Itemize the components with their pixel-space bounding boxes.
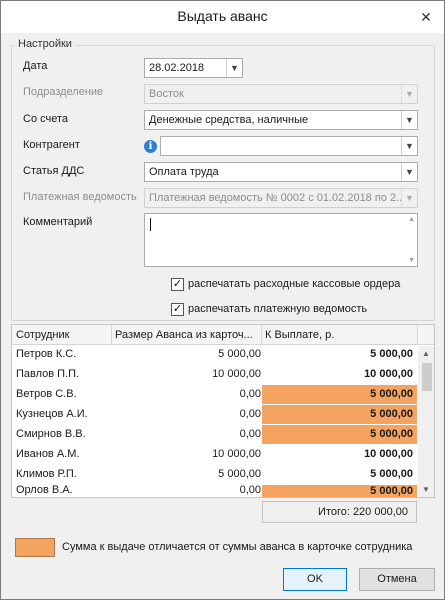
employee-name: Смирнов В.В. — [16, 428, 86, 440]
title-bar: Выдать аванс ✕ — [1, 1, 444, 33]
cashflow-item-select[interactable]: Оплата труда ▼ — [144, 162, 418, 182]
column-divider[interactable] — [111, 325, 112, 345]
payout-cell-highlighted[interactable]: 5 000,00 — [262, 405, 417, 424]
payout-cell-highlighted[interactable]: 5 000,00 — [262, 485, 417, 497]
column-divider[interactable] — [261, 325, 262, 345]
payout-cell[interactable]: 5 000,00 — [262, 345, 417, 364]
advance-amount: 5 000,00 — [218, 468, 261, 480]
table-row[interactable]: Климов Р.П. 5 000,00 5 000,00 — [12, 465, 418, 485]
date-value: 28.02.2018 — [149, 62, 205, 74]
counterparty-select[interactable]: ▼ — [160, 136, 418, 156]
employee-name: Климов Р.П. — [16, 468, 77, 480]
scroll-up-icon[interactable]: ▲ — [422, 349, 430, 358]
cashflow-item-label: Статья ДДС — [23, 165, 85, 177]
table-row[interactable]: Петров К.С. 5 000,00 5 000,00 — [12, 345, 418, 365]
payout-cell-highlighted[interactable]: 5 000,00 — [262, 425, 417, 444]
employees-table: Сотрудник Размер Аванса из карточ... К В… — [11, 324, 435, 498]
comment-textarea[interactable]: ▲ ▼ — [144, 213, 418, 267]
column-advance[interactable]: Размер Аванса из карточ... — [115, 329, 259, 341]
cashflow-item-value: Оплата труда — [149, 166, 219, 178]
table-row[interactable]: Павлов П.П. 10 000,00 10 000,00 — [12, 365, 418, 385]
department-label: Подразделение — [23, 86, 104, 98]
table-row[interactable]: Смирнов В.В. 0,00 5 000,00 — [12, 425, 418, 445]
ok-button[interactable]: OK — [283, 568, 347, 591]
chevron-down-icon[interactable]: ▼ — [401, 137, 417, 155]
employee-name: Павлов П.П. — [16, 368, 80, 380]
advance-amount: 0,00 — [239, 388, 261, 400]
counterparty-label: Контрагент — [23, 139, 80, 151]
from-account-value: Денежные средства, наличные — [149, 114, 309, 126]
payroll-sheet-label: Платежная ведомость — [23, 191, 137, 203]
chevron-down-icon[interactable]: ▼ — [401, 163, 417, 181]
table-row[interactable]: Ветров С.В. 0,00 5 000,00 — [12, 385, 418, 405]
highlight-legend-swatch — [15, 538, 55, 557]
employee-name: Кузнецов А.И. — [16, 408, 88, 420]
column-payout[interactable]: К Выплате, р. — [265, 329, 415, 341]
date-field[interactable]: 28.02.2018 ▼ — [144, 58, 243, 78]
advance-amount: 0,00 — [239, 408, 261, 420]
advance-amount: 0,00 — [239, 428, 261, 440]
print-payroll-label: распечатать платежную ведомость — [188, 303, 368, 315]
employee-name: Ветров С.В. — [16, 388, 77, 400]
employee-name: Петров К.С. — [16, 348, 77, 360]
cancel-button[interactable]: Отмена — [359, 568, 435, 591]
payroll-sheet-select: Платежная ведомость № 0002 с 01.02.2018 … — [144, 188, 418, 208]
table-row[interactable]: Кузнецов А.И. 0,00 5 000,00 — [12, 405, 418, 425]
chevron-down-icon[interactable]: ▼ — [401, 111, 417, 129]
close-icon[interactable]: ✕ — [419, 10, 433, 24]
print-cash-orders-checkbox[interactable]: ✓ — [171, 278, 184, 291]
advance-amount: 0,00 — [239, 485, 261, 496]
highlight-legend-text: Сумма к выдаче отличается от суммы аванс… — [62, 541, 413, 553]
column-divider — [417, 325, 418, 345]
comment-label: Комментарий — [23, 216, 93, 228]
from-account-select[interactable]: Денежные средства, наличные ▼ — [144, 110, 418, 130]
text-caret — [150, 218, 151, 231]
scroll-down-icon[interactable]: ▼ — [408, 257, 415, 264]
department-select: Восток ▼ — [144, 84, 418, 104]
advance-amount: 5 000,00 — [218, 348, 261, 360]
table-row[interactable]: Орлов В.А. 0,00 5 000,00 — [12, 485, 418, 497]
print-payroll-checkbox[interactable]: ✓ — [171, 303, 184, 316]
payout-cell[interactable]: 10 000,00 — [262, 365, 417, 384]
info-icon[interactable]: i — [144, 140, 157, 153]
payout-cell-highlighted[interactable]: 5 000,00 — [262, 385, 417, 404]
payout-cell[interactable]: 5 000,00 — [262, 465, 417, 484]
scroll-up-icon[interactable]: ▲ — [408, 216, 415, 223]
date-label: Дата — [23, 60, 48, 72]
chevron-down-icon: ▼ — [401, 189, 417, 207]
scroll-down-icon[interactable]: ▼ — [422, 485, 430, 494]
table-row[interactable]: Иванов А.М. 10 000,00 10 000,00 — [12, 445, 418, 465]
total-amount: Итого: 220 000,00 — [262, 501, 417, 523]
employee-name: Орлов В.А. — [16, 485, 73, 496]
employee-name: Иванов А.М. — [16, 448, 80, 460]
from-account-label: Со счета — [23, 113, 69, 125]
chevron-down-icon: ▼ — [401, 85, 417, 103]
chevron-down-icon[interactable]: ▼ — [226, 59, 242, 77]
department-value: Восток — [149, 88, 184, 100]
scrollbar-thumb[interactable] — [422, 363, 432, 391]
advance-amount: 10 000,00 — [212, 368, 261, 380]
advance-amount: 10 000,00 — [212, 448, 261, 460]
settings-legend: Настройки — [15, 38, 75, 50]
window-title: Выдать аванс — [177, 8, 268, 24]
advance-dialog: Выдать аванс ✕ Настройки Дата 28.02.2018… — [0, 0, 445, 600]
column-employee[interactable]: Сотрудник — [16, 329, 111, 341]
payroll-sheet-value: Платежная ведомость № 0002 с 01.02.2018 … — [149, 192, 406, 204]
table-header: Сотрудник Размер Аванса из карточ... К В… — [12, 325, 434, 345]
print-cash-orders-label: распечатать расходные кассовые ордера — [188, 278, 401, 290]
table-scrollbar[interactable]: ▲ ▼ — [418, 346, 434, 497]
payout-cell[interactable]: 10 000,00 — [262, 445, 417, 464]
